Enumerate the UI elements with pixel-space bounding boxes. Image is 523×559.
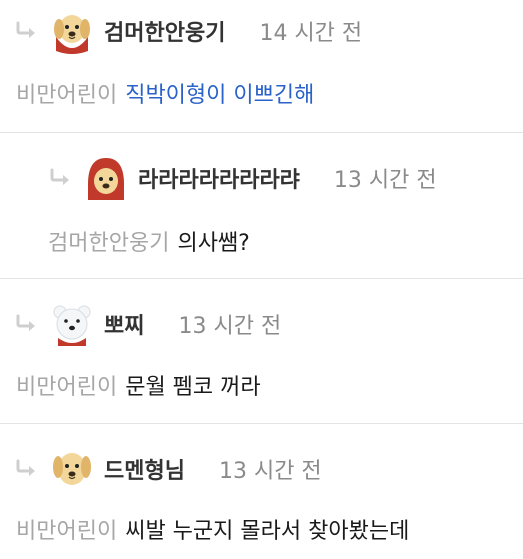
puppy-red-hood-icon[interactable] xyxy=(82,154,130,202)
comment-author[interactable]: 라라라라라라라랴 xyxy=(138,162,300,194)
mention-tag[interactable]: 비만어린이 xyxy=(16,519,117,544)
comment-body: 비만어린이 문월 펨코 꺼라 xyxy=(16,369,261,401)
comment-item: 드멘형님 13 시간 전 비만어린이 씨발 누군지 몰라서 찾아봤는데 xyxy=(0,424,523,559)
comment-timestamp: 13 시간 전 xyxy=(178,314,282,339)
comment-body: 비만어린이 직박이형이 이쁘긴해 xyxy=(16,77,314,109)
comment-text: 직박이형이 이쁘긴해 xyxy=(125,83,315,108)
comment-item: 검머한안웅기 14 시간 전 비만어린이 직박이형이 이쁘긴해 xyxy=(0,0,523,133)
comment-header: 라라라라라라라랴 13 시간 전 xyxy=(48,153,437,203)
comment-text: 의사쌤? xyxy=(177,231,250,256)
polar-bear-icon[interactable] xyxy=(48,300,96,348)
reply-arrow-icon xyxy=(50,168,69,185)
comment-item: 라라라라라라라랴 13 시간 전 검머한안웅기 의사쌤? xyxy=(0,133,523,279)
comment-timestamp: 13 시간 전 xyxy=(333,168,437,193)
comment-text: 문월 펨코 꺼라 xyxy=(125,375,261,400)
mention-tag[interactable]: 비만어린이 xyxy=(16,375,117,400)
comment-body: 비만어린이 씨발 누군지 몰라서 찾아봤는데 xyxy=(16,513,409,545)
reply-arrow-icon xyxy=(16,459,35,476)
puppy-icon[interactable] xyxy=(48,445,96,493)
comment-header: 뽀찌 13 시간 전 xyxy=(14,299,281,349)
comment-author[interactable]: 검머한안웅기 xyxy=(104,15,225,47)
comment-header: 드멘형님 13 시간 전 xyxy=(14,444,322,494)
comment-timestamp: 13 시간 전 xyxy=(218,459,322,484)
mention-tag[interactable]: 비만어린이 xyxy=(16,83,117,108)
reply-arrow-icon xyxy=(16,21,35,38)
comment-author[interactable]: 뽀찌 xyxy=(104,308,144,340)
comment-body: 검머한안웅기 의사쌤? xyxy=(48,225,250,257)
comment-text: 씨발 누군지 몰라서 찾아봤는데 xyxy=(125,519,410,544)
puppy-red-cape-icon[interactable] xyxy=(48,7,96,55)
mention-tag[interactable]: 검머한안웅기 xyxy=(48,231,169,256)
comment-item: 뽀찌 13 시간 전 비만어린이 문월 펨코 꺼라 xyxy=(0,279,523,424)
comment-timestamp: 14 시간 전 xyxy=(259,21,363,46)
comment-author[interactable]: 드멘형님 xyxy=(104,453,185,485)
comment-header: 검머한안웅기 14 시간 전 xyxy=(14,6,362,56)
reply-arrow-icon xyxy=(16,314,35,331)
